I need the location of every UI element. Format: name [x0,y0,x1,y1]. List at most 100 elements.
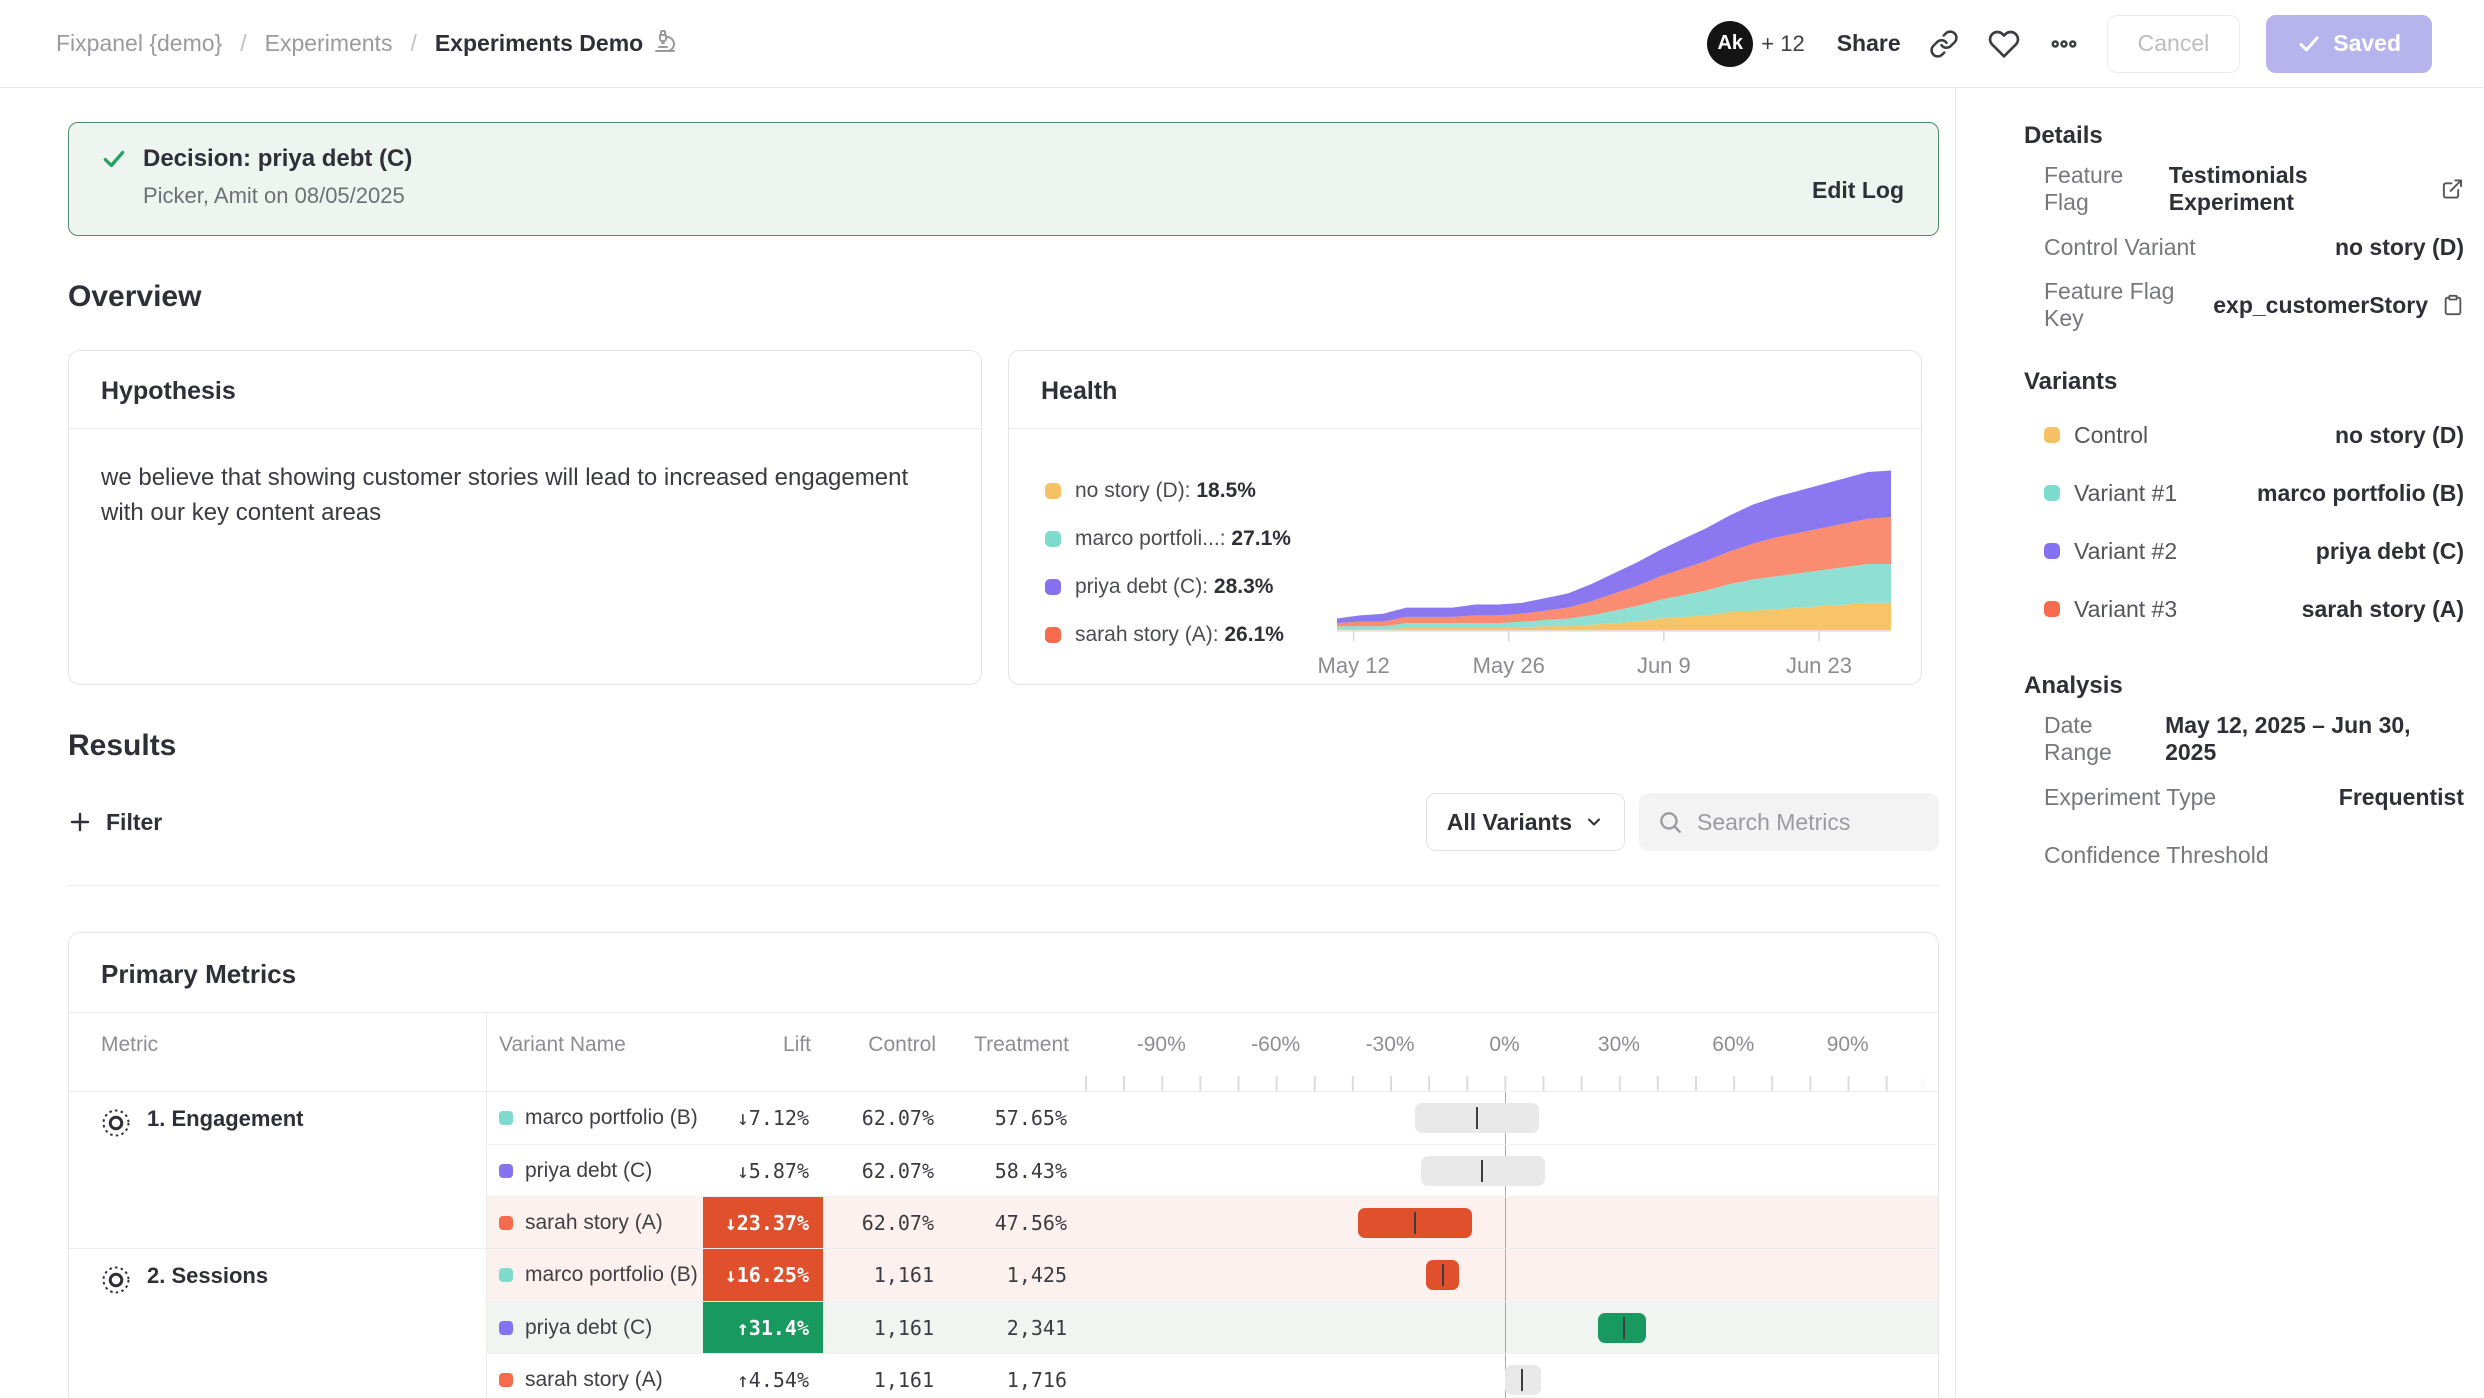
lift-axis-header: -90%-60%-30%0%30%60%90% [1081,1013,1938,1091]
control-value: 62.07% [823,1145,948,1196]
x-axis-label: Jun 23 [1786,653,1852,679]
confidence-threshold-row: Confidence Threshold [2024,826,2464,884]
lift-axis-tick-label: -60% [1251,1033,1300,1057]
header-actions: Ak + 12 Share Cancel Saved [1707,15,2432,73]
variant-value: marco portfolio (B) [2257,480,2464,507]
decision-subtitle: Picker, Amit on 08/05/2025 [143,183,412,209]
lift-cell: ↑31.4% [703,1302,823,1353]
analysis-section-title: Analysis [2024,672,2464,700]
lift-cell: ↓23.37% [703,1197,823,1248]
breadcrumb-project[interactable]: Fixpanel {demo} [56,30,222,57]
table-row[interactable]: sarah story (A)↑4.54%1,1611,716 [487,1353,1938,1398]
lift-axis-tick-label: -90% [1137,1033,1186,1057]
table-header-row: Metric Variant Name Lift Control Treatme… [69,1013,1938,1091]
table-row[interactable]: priya debt (C)↓5.87%62.07%58.43% [487,1144,1938,1196]
confidence-interval-cell [1081,1145,1938,1196]
search-metrics-input[interactable] [1697,809,1917,836]
column-header-control: Control [823,1013,948,1091]
table-row[interactable]: marco portfolio (B)↓16.25%1,1611,425 [487,1249,1938,1301]
details-section-title: Details [2024,122,2464,150]
variant-name: marco portfolio (B) [525,1106,698,1130]
lift-marker [1442,1264,1444,1286]
toolbar-divider [68,885,1939,886]
variant-swatch [499,1216,513,1230]
feature-flag-label: Feature Flag [2044,162,2169,216]
lift-marker [1623,1317,1625,1339]
metric-name: 2. Sessions [147,1263,268,1289]
lift-marker [1414,1212,1416,1234]
confidence-interval-bar [1598,1313,1646,1343]
saved-button[interactable]: Saved [2266,15,2432,73]
health-card: Health no story (D): 18.5%marco portfoli… [1008,350,1922,685]
variant-swatch [499,1268,513,1282]
variant-cell: marco portfolio (B) [487,1092,703,1144]
metric-cell[interactable]: 1. Engagement [69,1092,487,1248]
x-axis-label: May 12 [1318,653,1390,679]
breadcrumb-experiments[interactable]: Experiments [265,30,393,57]
decision-title: Decision: priya debt (C) [143,145,412,173]
variant-label: Variant #2 [2044,538,2177,565]
variant-label-text: Variant #2 [2074,538,2177,565]
lift-marker [1476,1107,1478,1129]
legend-swatch [1045,627,1061,643]
edit-log-button[interactable]: Edit Log [1812,177,1904,204]
avatar[interactable]: Ak [1707,21,1753,67]
control-value: 62.07% [823,1197,948,1248]
column-header-treatment: Treatment [948,1013,1081,1091]
metric-cell[interactable]: 2. Sessions [69,1249,487,1398]
confidence-interval-plot [1085,1249,1924,1301]
feature-flag-row: Feature Flag Testimonials Experiment [2024,160,2464,218]
main-content: Decision: priya debt (C) Picker, Amit on… [0,88,1955,1398]
control-variant-row: Control Variant no story (D) [2024,218,2464,276]
avatar-overflow-count[interactable]: + 12 [1761,31,1804,57]
microscope-icon [653,29,677,59]
legend-swatch [1045,531,1061,547]
treatment-value: 57.65% [948,1092,1081,1144]
variant-value: priya debt (C) [2316,538,2464,565]
search-metrics-box[interactable] [1639,793,1939,851]
legend-value: 18.5% [1196,479,1256,502]
variant-row: Variant #2 priya debt (C) [2024,522,2464,580]
lift-value: ↓5.87% [703,1159,823,1183]
table-row[interactable]: marco portfolio (B)↓7.12%62.07%57.65% [487,1092,1938,1144]
control-value: 1,161 [823,1249,948,1301]
variant-label: Control [2044,422,2148,449]
variant-swatch [2044,427,2060,443]
external-link-icon[interactable] [2441,177,2464,201]
variant-cell: sarah story (A) [487,1197,703,1248]
confidence-interval-cell [1081,1302,1938,1353]
variant-label-text: Variant #3 [2074,596,2177,623]
filter-label: Filter [106,809,162,836]
check-icon [2297,32,2321,56]
hypothesis-body[interactable]: we believe that showing customer stories… [69,429,949,563]
table-row[interactable]: sarah story (A)↓23.37%62.07%47.56% [487,1196,1938,1248]
treatment-value: 1,425 [948,1249,1081,1301]
feature-flag-key-value: exp_customerStory [2213,292,2428,319]
control-value: 1,161 [823,1354,948,1398]
variant-label: Variant #3 [2044,596,2177,623]
metric-goal-icon [101,1108,131,1138]
more-options-icon[interactable] [2047,27,2081,61]
table-row[interactable]: priya debt (C)↑31.4%1,1612,341 [487,1301,1938,1353]
decision-banner: Decision: priya debt (C) Picker, Amit on… [68,122,1939,236]
legend-item: priya debt (C): 28.3% [1045,563,1337,611]
confidence-interval-cell [1081,1249,1938,1301]
cancel-button[interactable]: Cancel [2107,15,2241,73]
add-filter-button[interactable]: Filter [68,809,162,836]
variant-cell: marco portfolio (B) [487,1249,703,1301]
variants-dropdown[interactable]: All Variants [1426,793,1625,851]
chevron-down-icon [1584,812,1604,832]
copy-clipboard-icon[interactable] [2442,294,2464,316]
primary-metrics-title: Primary Metrics [69,933,1938,1013]
share-button[interactable]: Share [1837,30,1901,57]
health-x-axis-labels: May 12May 26Jun 9Jun 23 [1337,647,1891,681]
favorite-heart-icon[interactable] [1987,27,2021,61]
variants-dropdown-value: All Variants [1447,809,1572,836]
column-header-lift: Lift [703,1013,823,1091]
variant-swatch [2044,601,2060,617]
legend-value: 28.3% [1214,575,1274,598]
confidence-interval-plot [1085,1092,1924,1144]
treatment-value: 1,716 [948,1354,1081,1398]
variant-label: Variant #1 [2044,480,2177,507]
copy-link-icon[interactable] [1927,27,1961,61]
